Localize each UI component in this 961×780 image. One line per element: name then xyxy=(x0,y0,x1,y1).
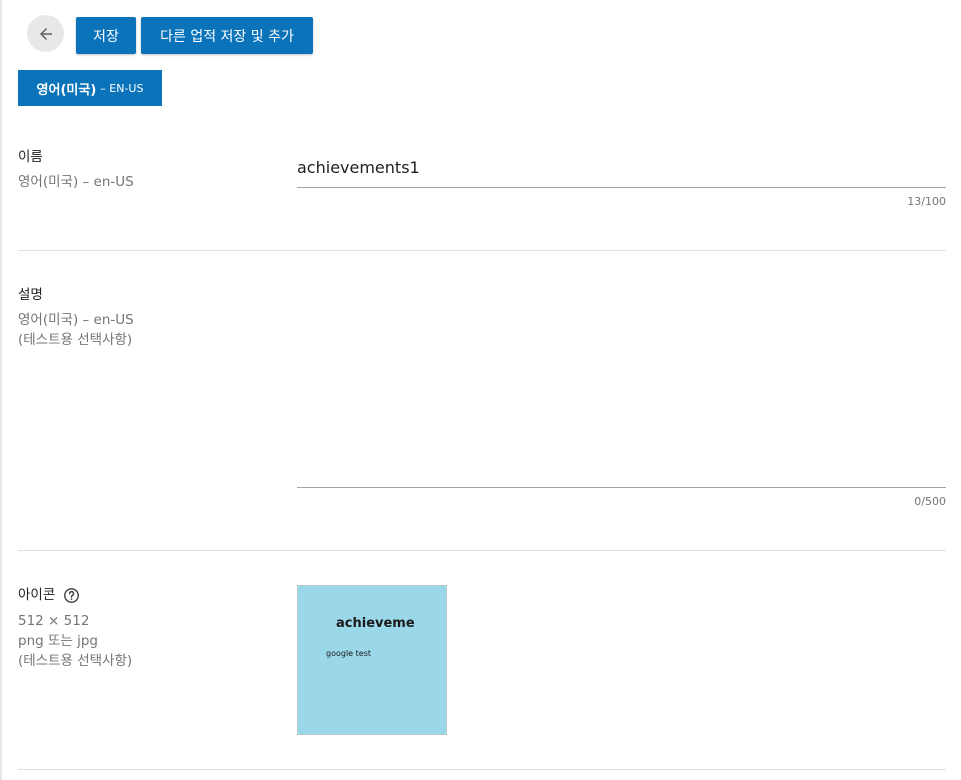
name-label-group: 이름 영어(미국) – en-US xyxy=(18,147,134,192)
section-divider xyxy=(18,550,946,551)
name-char-counter: 13/100 xyxy=(907,195,946,208)
section-divider xyxy=(18,250,946,251)
arrow-left-icon xyxy=(39,27,52,40)
description-label-group: 설명 영어(미국) – en-US (테스트용 선택사항) xyxy=(18,285,134,350)
section-divider xyxy=(18,769,946,770)
icon-preview-title: achieveme xyxy=(336,616,415,631)
description-note: (테스트용 선택사항) xyxy=(18,332,133,348)
icon-label: 아이콘 xyxy=(18,587,56,603)
icon-format: png 또는 jpg xyxy=(18,633,99,649)
save-and-add-button[interactable]: 다른 업적 저장 및 추가 xyxy=(141,17,313,54)
name-label: 이름 xyxy=(18,149,43,165)
save-button[interactable]: 저장 xyxy=(76,17,136,54)
description-language: 영어(미국) – en-US xyxy=(18,312,134,328)
icon-preview-image[interactable]: achieveme google test xyxy=(297,585,447,735)
back-button[interactable] xyxy=(27,15,64,52)
description-label: 설명 xyxy=(18,287,43,303)
left-border xyxy=(0,0,2,780)
help-icon[interactable] xyxy=(63,587,80,604)
description-input-underline xyxy=(297,487,946,488)
icon-label-row: 아이콘 xyxy=(18,585,132,605)
language-tab-name: 영어(미국) xyxy=(36,82,97,98)
name-language: 영어(미국) – en-US xyxy=(18,174,134,190)
description-textarea[interactable] xyxy=(297,275,946,485)
language-tab-code: – EN-US xyxy=(100,81,144,95)
name-input-underline xyxy=(297,187,946,188)
icon-note: (테스트용 선택사항) xyxy=(18,653,133,669)
icon-label-group: 아이콘 512 × 512 png 또는 jpg (테스트용 선택사항) xyxy=(18,585,132,671)
icon-size: 512 × 512 xyxy=(18,613,90,629)
description-char-counter: 0/500 xyxy=(914,495,946,508)
language-tab-en-us[interactable]: 영어(미국) – EN-US xyxy=(18,70,162,106)
name-input[interactable]: achievements1 xyxy=(297,158,420,177)
icon-preview-subtitle: google test xyxy=(326,649,371,658)
